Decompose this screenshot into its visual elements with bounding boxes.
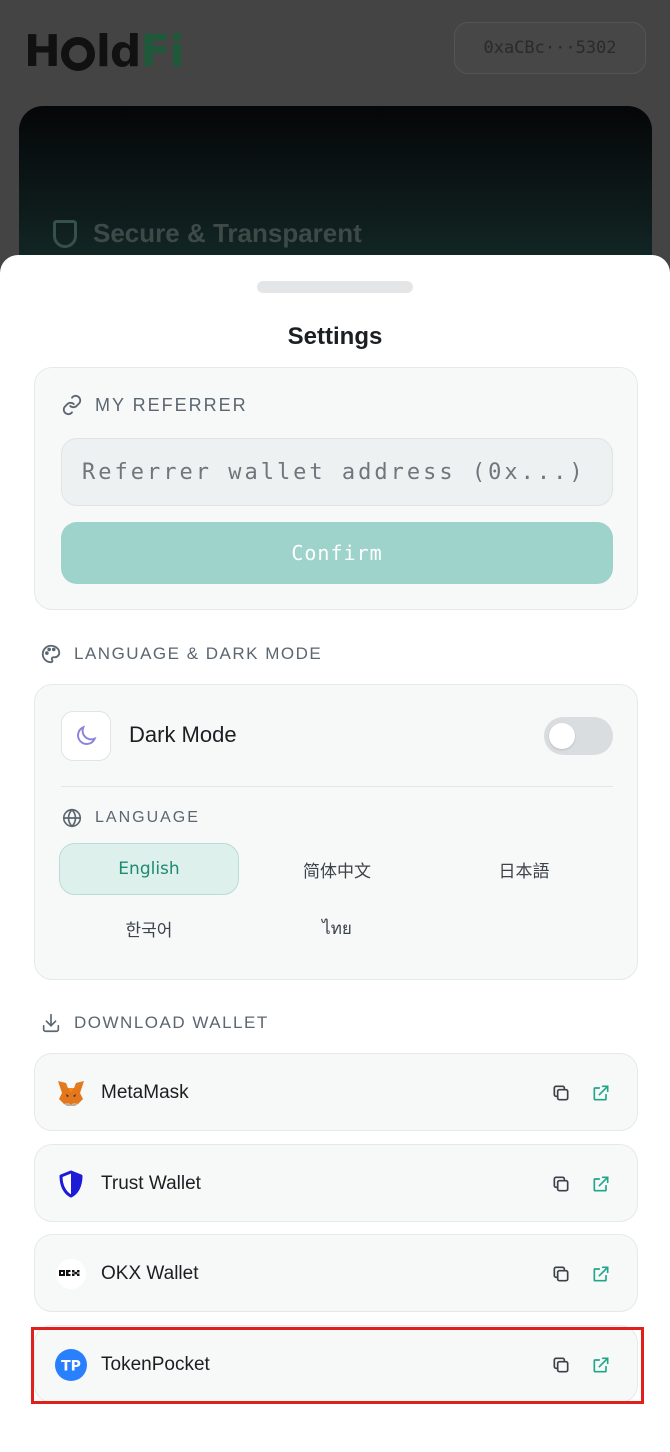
wallet-item-okx-wallet[interactable]: OKX Wallet [34,1234,638,1312]
external-link-icon[interactable] [589,1081,613,1105]
download-icon [42,1013,60,1033]
hero-title: Secure & Transparent [93,218,362,248]
palette-icon [41,644,61,664]
language-option-korean[interactable]: 한국어 [59,902,239,954]
referrer-address-input[interactable] [61,438,613,506]
dark-mode-label: Dark Mode [129,722,237,747]
wallet-item-tokenpocket[interactable]: TP TokenPocket [34,1325,638,1403]
shield-icon [53,220,77,248]
download-wallet-heading: DOWNLOAD WALLET [40,1012,269,1034]
copy-icon[interactable] [549,1353,573,1377]
holdfi-logo: Hld Fi [24,26,185,77]
wallet-name: TokenPocket [101,1354,210,1375]
download-wallet-label: DOWNLOAD WALLET [74,1013,269,1032]
language-card: Dark Mode LANGUAGE English 简体中文 日本語 한국어 … [34,684,638,980]
copy-icon[interactable] [549,1172,573,1196]
drag-handle[interactable] [257,281,413,293]
wallet-address-button[interactable]: 0xaCBc···5302 [454,22,646,74]
language-heading: LANGUAGE [61,807,200,829]
trust-shield-icon [55,1168,87,1200]
moon-icon [77,725,97,745]
confirm-button[interactable]: Confirm [61,522,613,584]
copy-icon[interactable] [549,1262,573,1286]
language-label: LANGUAGE [95,809,200,826]
link-icon [62,394,82,416]
wallet-name: OKX Wallet [101,1263,199,1284]
language-dark-mode-label: LANGUAGE & DARK MODE [74,644,323,663]
tokenpocket-icon: TP [55,1349,87,1381]
metamask-fox-icon [55,1077,87,1109]
referrer-label: MY REFERRER [95,394,248,415]
external-link-icon[interactable] [589,1353,613,1377]
dark-mode-toggle[interactable] [544,717,613,755]
language-option-thai[interactable]: ไทย [247,902,427,954]
referrer-card: MY REFERRER Confirm [34,367,638,610]
settings-sheet: Settings MY REFERRER Confirm LANGUAGE & … [0,255,670,1452]
wallet-item-metamask[interactable]: MetaMask [34,1053,638,1131]
external-link-icon[interactable] [589,1172,613,1196]
wallet-address-text: 0xaCBc···5302 [483,38,617,58]
svg-text:TP: TP [61,1359,81,1375]
external-link-icon[interactable] [589,1262,613,1286]
globe-icon [62,808,82,828]
divider [61,786,613,787]
page-title: Settings [287,323,383,350]
moon-icon-box [61,711,111,761]
toggle-knob [549,723,575,749]
okx-icon [55,1258,87,1290]
copy-icon[interactable] [549,1081,573,1105]
language-option-japanese[interactable]: 日本語 [434,843,614,895]
language-option-english[interactable]: English [59,843,239,895]
wallet-item-trust-wallet[interactable]: Trust Wallet [34,1144,638,1222]
referrer-heading: MY REFERRER [61,394,248,416]
wallet-name: MetaMask [101,1082,189,1103]
language-option-chinese[interactable]: 简体中文 [247,843,427,895]
language-dark-mode-heading: LANGUAGE & DARK MODE [40,643,322,665]
wallet-name: Trust Wallet [101,1173,201,1194]
